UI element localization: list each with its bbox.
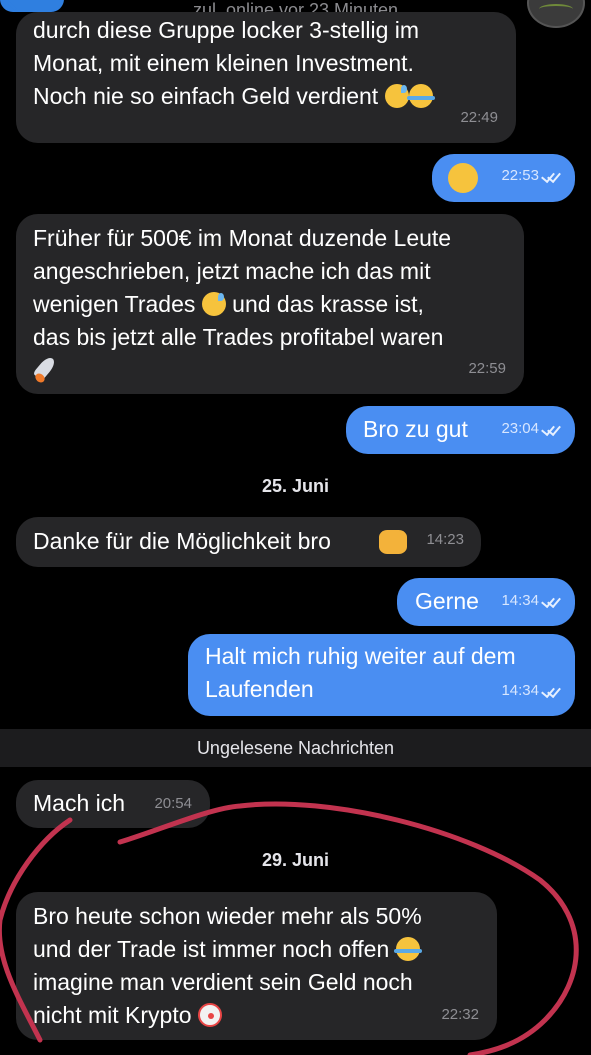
message-time: 14:23 <box>426 531 464 548</box>
message-time-group: 22:53 <box>501 159 561 192</box>
message-bubble-incoming[interactable]: Mach ich 20:54 <box>16 780 210 828</box>
message-bubble-outgoing[interactable]: Halt mich ruhig weiter auf dem Laufenden… <box>188 634 575 716</box>
message-bubble-incoming[interactable]: durch diese Gruppe locker 3-stellig im M… <box>16 12 516 143</box>
unread-separator: Ungelesene Nachrichten <box>0 729 591 767</box>
message-text: Mach ich <box>33 790 126 816</box>
message-time: 20:54 <box>154 795 192 812</box>
pleading-emoji-icon <box>448 163 478 193</box>
joy-emoji-icon <box>406 84 435 108</box>
joy-emoji-icon <box>393 937 422 961</box>
message-time: 22:59 <box>468 360 506 377</box>
sweat-smile-emoji-icon <box>201 292 226 316</box>
message-bubble-incoming[interactable]: Früher für 500€ im Monat duzende Leute a… <box>16 214 524 394</box>
message-time: 14:34 <box>501 592 539 609</box>
message-bubble-outgoing[interactable]: Bro zu gut 23:04 <box>346 406 575 454</box>
message-time: 22:53 <box>501 167 539 184</box>
message-bubble-incoming[interactable]: Danke für die Möglichkeit bro 14:23 <box>16 517 481 567</box>
message-text: Gerne <box>415 588 479 614</box>
message-time-group: 14:34 <box>501 674 561 707</box>
date-separator: 25. Juni <box>261 476 330 496</box>
message-bubble-outgoing[interactable]: Gerne 14:34 <box>397 578 575 626</box>
message-time-group: 23:04 <box>501 412 561 445</box>
read-checkmarks-icon <box>541 595 561 607</box>
message-text: Halt mich ruhig weiter auf dem Laufenden <box>205 643 516 702</box>
rocket-emoji-icon <box>33 354 63 384</box>
date-separator: 29. Juni <box>261 850 330 870</box>
read-checkmarks-icon <box>541 685 561 697</box>
read-checkmarks-icon <box>541 170 561 182</box>
sweat-smile-emoji-icon <box>384 84 409 108</box>
avatar[interactable] <box>527 0 585 28</box>
message-time: 22:32 <box>441 1006 479 1023</box>
message-bubble-outgoing[interactable]: 22:53 <box>432 154 575 202</box>
read-checkmarks-icon <box>541 423 561 435</box>
message-time: 23:04 <box>501 420 539 437</box>
fist-emoji-icon <box>379 530 407 554</box>
message-time: 14:34 <box>501 682 539 699</box>
message-text-continued: imagine man verdient sein Geld noch nich… <box>33 969 413 1028</box>
message-text: Danke für die Möglichkeit bro <box>33 528 338 554</box>
message-text: Bro heute schon wieder mehr als 50% und … <box>33 903 422 962</box>
message-time: 22:49 <box>460 109 498 126</box>
message-bubble-incoming[interactable]: Bro heute schon wieder mehr als 50% und … <box>16 892 497 1040</box>
message-text: durch diese Gruppe locker 3-stellig im M… <box>33 17 420 109</box>
message-time-group: 14:34 <box>501 584 561 617</box>
message-text: Bro zu gut <box>363 416 468 442</box>
clown-emoji-icon <box>197 1003 222 1027</box>
